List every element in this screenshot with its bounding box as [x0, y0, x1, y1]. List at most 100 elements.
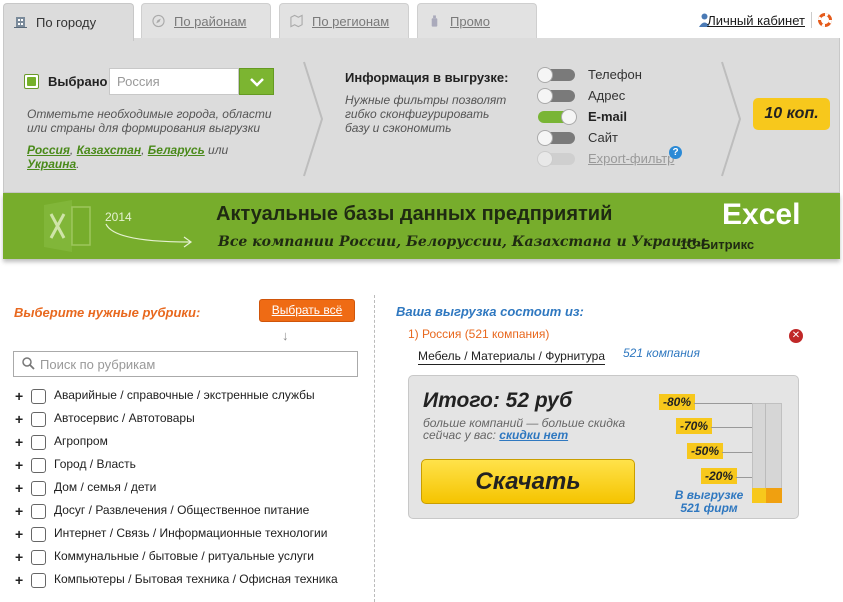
toggle-label[interactable]: Export-фильтр	[588, 151, 674, 166]
rubric-item[interactable]: + Дом / семья / дети	[15, 480, 359, 500]
rubric-label: Коммунальные / бытовые / ритуальные услу…	[54, 549, 314, 563]
export-title: Ваша выгрузка состоит из:	[396, 304, 584, 319]
rubric-checkbox[interactable]	[31, 504, 46, 519]
country-link-belarus[interactable]: Беларусь	[148, 143, 205, 157]
expand-icon[interactable]: +	[15, 411, 29, 427]
account-link[interactable]: Личный кабинет	[707, 13, 805, 28]
export-info-hint: Нужные фильтры позволят гибко сконфигури…	[345, 93, 507, 135]
chevron-right-icon	[303, 61, 324, 177]
country-select-button[interactable]	[239, 68, 274, 95]
toggle-label: Сайт	[588, 130, 618, 145]
column-divider	[374, 295, 375, 602]
search-placeholder: Поиск по рубрикам	[40, 357, 156, 372]
chevron-right-icon	[721, 61, 742, 177]
rubric-label: Интернет / Связь / Информационные технол…	[54, 526, 328, 540]
expand-icon[interactable]: +	[15, 434, 29, 450]
close-icon[interactable]: ✕	[789, 329, 803, 343]
rubric-checkbox[interactable]	[31, 412, 46, 427]
toggle-phone[interactable]	[537, 67, 575, 83]
rubric-item[interactable]: + Коммунальные / бытовые / ритуальные усл…	[15, 549, 359, 569]
expand-icon[interactable]: +	[15, 457, 29, 473]
tab-by-district[interactable]: По районам	[141, 3, 271, 39]
tab-by-region[interactable]: По регионам	[279, 3, 409, 39]
tab-label: По городу	[36, 15, 97, 30]
toggle-label: Телефон	[588, 67, 642, 82]
bottle-icon	[431, 15, 438, 27]
rubric-checkbox[interactable]	[31, 573, 46, 588]
selected-checkbox[interactable]	[24, 74, 39, 89]
toggle-email[interactable]	[538, 109, 577, 125]
help-icon[interactable]: ?	[669, 146, 682, 159]
selected-label: Выбрано	[48, 74, 108, 89]
country-link-russia[interactable]: Россия	[27, 143, 70, 157]
discount-label: -80%	[659, 394, 696, 410]
compass-icon	[152, 14, 165, 28]
toggle-address[interactable]	[537, 88, 575, 104]
expand-icon[interactable]: +	[15, 480, 29, 496]
rubric-label: Аварийные / справочные / экстренные служ…	[54, 388, 315, 402]
country-select[interactable]: Россия	[109, 68, 239, 95]
tab-promo[interactable]: Промо	[417, 3, 537, 39]
download-button[interactable]: Скачать	[421, 459, 635, 504]
filter-hint: Отметьте необходимые города, области или…	[27, 107, 272, 135]
tab-label: По районам	[174, 14, 247, 29]
tab-label: Промо	[450, 14, 490, 29]
export-category-count: 521 компания	[623, 346, 700, 360]
export-info-title: Информация в выгрузке:	[345, 70, 509, 85]
banner-excel: Excel	[722, 198, 801, 231]
discount-label: -20%	[701, 468, 738, 484]
banner-title: Актуальные базы данных предприятий	[216, 203, 613, 225]
divider	[722, 452, 752, 453]
rubric-checkbox[interactable]	[31, 389, 46, 404]
rubric-item[interactable]: + Автосервис / Автотовары	[15, 411, 359, 431]
export-category: Мебель / Материалы / Фурнитура	[418, 349, 606, 365]
rubric-label: Компьютеры / Бытовая техника / Офисная т…	[54, 572, 338, 586]
rubric-item[interactable]: + Компьютеры / Бытовая техника / Офисная …	[15, 572, 359, 602]
tab-by-city[interactable]: По городу	[3, 3, 134, 41]
rubric-checkbox[interactable]	[31, 527, 46, 542]
rubric-checkbox[interactable]	[31, 458, 46, 473]
total-hint: больше компаний — больше скидка сейчас у…	[423, 416, 626, 442]
rubric-item[interactable]: + Агропром	[15, 434, 359, 454]
price-badge: 10 коп.	[753, 98, 830, 130]
expand-icon[interactable]: +	[15, 526, 29, 542]
toggle-export-filter	[537, 151, 575, 167]
in-export-count: В выгрузке 521 фирм	[674, 488, 744, 515]
country-link-ukraine[interactable]: Украина	[27, 157, 76, 171]
lifebuoy-icon[interactable]	[818, 13, 832, 27]
rubric-label: Дом / семья / дети	[54, 480, 157, 494]
search-icon	[22, 357, 35, 370]
rubric-label: Город / Власть	[54, 457, 136, 471]
toggle-site[interactable]	[537, 130, 575, 146]
map-icon	[290, 14, 303, 28]
select-all-button[interactable]: Выбрать всё	[259, 299, 355, 322]
expand-icon[interactable]: +	[15, 503, 29, 519]
country-links: Россия, Казахстан, Беларусь или Украина.	[27, 143, 229, 171]
rubric-checkbox[interactable]	[31, 550, 46, 565]
rubric-item[interactable]: + Город / Власть	[15, 457, 359, 477]
country-link-kazakhstan[interactable]: Казахстан	[77, 143, 142, 157]
rubric-item[interactable]: + Интернет / Связь / Информационные техно…	[15, 526, 359, 546]
excel-logo-icon	[44, 200, 91, 252]
toggle-label: Адрес	[588, 88, 626, 103]
building-icon	[14, 17, 27, 28]
expand-icon[interactable]: +	[15, 549, 29, 565]
rubric-checkbox[interactable]	[31, 481, 46, 496]
rubric-checkbox[interactable]	[31, 435, 46, 450]
export-item: 1) Россия (521 компания)	[408, 327, 550, 341]
divider	[711, 427, 752, 428]
divider	[694, 403, 752, 404]
toggle-label: E-mail	[588, 109, 628, 124]
meter-fill-accent	[766, 488, 782, 503]
tab-label: По регионам	[312, 14, 390, 29]
discount-label: -70%	[676, 418, 713, 434]
rubric-label: Агропром	[54, 434, 108, 448]
expand-icon[interactable]: +	[15, 388, 29, 404]
discount-label: -50%	[687, 443, 724, 459]
rubric-item[interactable]: + Аварийные / справочные / экстренные слу…	[15, 388, 359, 408]
rubric-item[interactable]: + Досуг / Развлечения / Общественное пита…	[15, 503, 359, 523]
discount-link[interactable]: скидки нет	[499, 428, 568, 442]
banner-bitrix: 1С-Битрикс	[680, 237, 755, 252]
expand-icon[interactable]: +	[15, 572, 29, 588]
total-title: Итого: 52 руб	[423, 389, 573, 412]
